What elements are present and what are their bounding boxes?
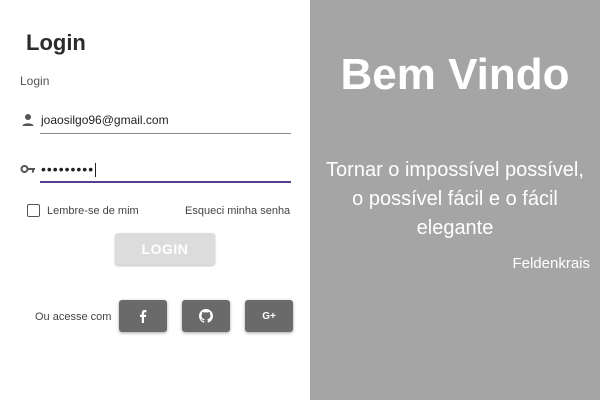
text-cursor [95,163,97,178]
password-masked-value: ••••••••• [41,161,95,177]
github-login-button[interactable] [182,300,230,332]
password-input[interactable]: ••••••••• [41,157,291,181]
forgot-password-link[interactable]: Esqueci minha senha [185,205,290,217]
quote-author: Feldenkrais [512,255,590,272]
password-underline [40,181,291,183]
login-subtitle: Login [20,74,50,88]
email-field[interactable] [20,108,291,134]
key-icon [20,165,35,173]
facebook-login-button[interactable] [119,300,167,332]
email-input[interactable] [41,108,291,132]
password-field[interactable]: ••••••••• [20,157,291,183]
remember-label: Lembre-se de mim [47,204,139,217]
welcome-panel: Bem Vindo Tornar o impossível possível, … [310,0,600,400]
google-plus-icon: G+ [262,310,276,322]
remember-checkbox[interactable] [27,204,40,217]
welcome-quote: Tornar o impossível possível, o possível… [326,159,584,239]
welcome-heading: Bem Vindo [340,50,570,99]
github-icon [199,309,213,323]
login-panel: Login Login ••••••••• Lembre-se de mim E… [0,0,310,400]
facebook-icon [140,310,147,323]
page-title: Login [26,30,86,55]
login-button[interactable]: LOGIN [115,233,215,265]
person-icon [22,114,34,126]
social-login-label: Ou acesse com [35,311,112,323]
google-plus-login-button[interactable]: G+ [245,300,293,332]
remember-me[interactable]: Lembre-se de mim [27,204,139,217]
email-underline [40,133,291,134]
